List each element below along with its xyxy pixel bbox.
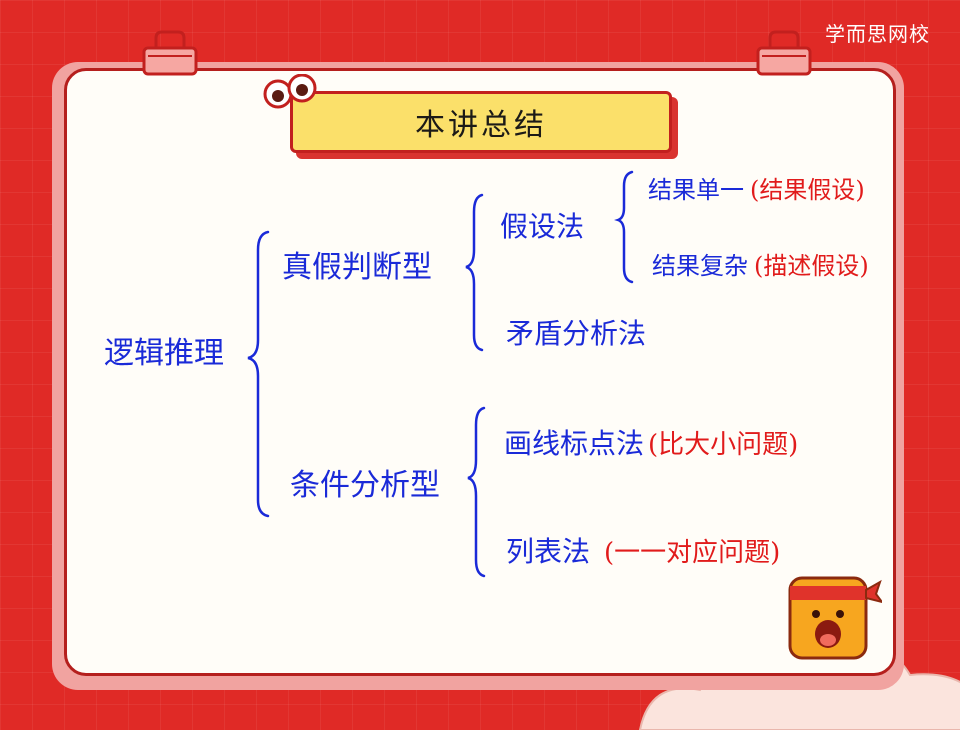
leaf-complex-result: 结果复杂 (描述假设) bbox=[652, 246, 869, 281]
node-contradiction: 矛盾分析法 bbox=[506, 317, 647, 350]
leaf-complex-note: (描述假设) bbox=[754, 252, 869, 280]
leaf-single-note: (结果假设) bbox=[750, 176, 865, 204]
mascot-icon bbox=[788, 576, 882, 660]
node-line-point-note: (比大小问题) bbox=[648, 430, 799, 460]
leaf-complex-label: 结果复杂 bbox=[652, 252, 748, 280]
node-hypothesis: 假设法 bbox=[500, 210, 585, 243]
branch-true-false: 真假判断型 bbox=[282, 250, 432, 285]
branch-condition: 条件分析型 bbox=[290, 468, 440, 503]
node-table: 列表法 (一一对应问题) bbox=[506, 530, 780, 570]
node-table-note: (一一对应问题) bbox=[604, 538, 781, 568]
root-node: 逻辑推理 bbox=[104, 336, 224, 371]
node-line-point: 画线标点法 (比大小问题) bbox=[504, 422, 798, 462]
leaf-single-result: 结果单一 (结果假设) bbox=[648, 170, 865, 205]
node-table-label: 列表法 bbox=[506, 535, 591, 568]
leaf-single-label: 结果单一 bbox=[648, 176, 744, 204]
node-line-point-label: 画线标点法 bbox=[504, 427, 645, 460]
